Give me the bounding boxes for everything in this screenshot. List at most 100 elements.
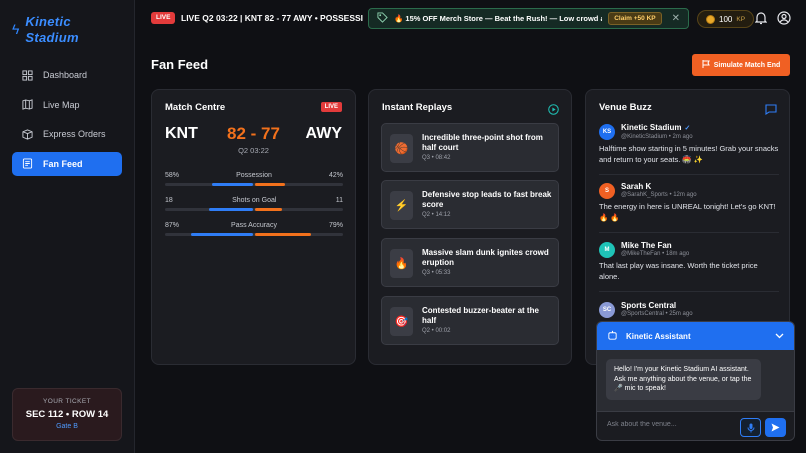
simulate-label: Simulate Match End <box>713 61 781 69</box>
coin-icon <box>706 14 715 24</box>
post-handle: @MikeTheFan • 18m ago <box>621 251 690 257</box>
away-team: AWY <box>305 125 342 142</box>
flag-icon <box>702 60 710 70</box>
ticket-card[interactable]: YOUR TICKET SEC 112 • ROW 14 Gate B <box>12 388 122 441</box>
buzz-post[interactable]: SC Sports Central @SportsCentral • 25m a… <box>599 301 779 318</box>
avatar: KS <box>599 124 615 140</box>
post-text: Halftime show starting in 5 minutes! Gra… <box>599 144 779 164</box>
post-author: Sports Central <box>621 301 677 310</box>
box-icon <box>22 128 33 140</box>
divider <box>599 291 779 292</box>
assistant-title: Kinetic Assistant <box>626 331 691 341</box>
grid-icon <box>22 69 33 81</box>
stat-bar <box>165 183 343 186</box>
panel-title: Venue Buzz <box>599 102 652 113</box>
stat-bar <box>165 208 343 211</box>
post-text: That last play was insane. Worth the tic… <box>599 261 758 281</box>
close-icon[interactable]: ✕ <box>672 13 680 24</box>
sidebar-item-fan-feed[interactable]: Fan Feed <box>12 151 122 176</box>
page-title: Fan Feed <box>151 57 209 72</box>
buzz-post[interactable]: KS Kinetic Stadium ✓ @KineticStadium • 2m… <box>599 123 779 165</box>
replay-card[interactable]: 🏀 Incredible three-point shot from half … <box>381 123 559 172</box>
post-handle: @SportsCentral • 25m ago <box>621 311 693 317</box>
game-clock: Q2 03:22 <box>238 146 269 155</box>
points-badge[interactable]: 100 KP <box>697 10 755 28</box>
play-icon[interactable] <box>548 102 559 120</box>
sidebar-item-label: Dashboard <box>43 70 88 80</box>
live-ticker: LIVE Q2 03:22 | KNT 82 - 77 AWY • POSSES… <box>181 13 363 23</box>
replay-title: Contested buzzer-beater at the half <box>422 306 539 325</box>
stat-bar <box>165 233 343 236</box>
sidebar-item-label: Fan Feed <box>43 158 83 169</box>
account-icon[interactable] <box>777 11 791 30</box>
home-bar <box>211 183 253 186</box>
avatar: S <box>599 182 615 199</box>
live-badge: LIVE <box>320 102 342 112</box>
chat-icon[interactable] <box>765 102 777 120</box>
replay-meta: Q3 • 05:33 <box>422 270 451 276</box>
post-text: The energy in here is UNREAL tonight! Le… <box>599 202 776 222</box>
ticket-seat: SEC 112 • ROW 14 <box>25 409 109 420</box>
simulate-match-end-button[interactable]: Simulate Match End <box>692 54 790 76</box>
promo-banner[interactable]: 🔥 15% OFF Merch Store — Beat the Rush! —… <box>368 8 689 29</box>
panel-title: Match Centre <box>165 102 226 113</box>
replay-card[interactable]: 🎯 Contested buzzer-beater at the half Q2… <box>381 296 559 345</box>
assistant-input-row <box>597 411 794 440</box>
sidebar-item-live-map[interactable]: Live Map <box>12 93 122 117</box>
replay-card[interactable]: 🔥 Massive slam dunk ignites crowd erupti… <box>381 238 559 287</box>
tag-icon <box>377 11 388 26</box>
stat-away-value: 42% <box>328 172 343 179</box>
brand[interactable]: ϟ Kinetic Stadium <box>12 14 95 46</box>
divider <box>599 232 779 233</box>
ticket-gate: Gate B <box>56 423 78 430</box>
brand-name: Kinetic Stadium <box>25 14 79 45</box>
target-icon: 🎯 <box>390 307 413 336</box>
away-bar <box>255 183 285 186</box>
sidebar-item-label: Live Map <box>43 99 80 110</box>
stat-shots-on-goal: 18 Shots on Goal 11 <box>165 197 343 219</box>
stat-label: Shots on Goal <box>232 197 277 204</box>
bell-icon[interactable] <box>754 11 768 30</box>
claim-button[interactable]: Claim +50 KP <box>608 12 662 25</box>
match-centre-panel: Match Centre LIVE KNT 82 - 77 AWY Q2 03:… <box>151 89 356 365</box>
stat-pass-accuracy: 87% Pass Accuracy 79% <box>165 222 343 244</box>
post-author: Mike The Fan <box>621 241 672 250</box>
send-button[interactable] <box>765 418 786 437</box>
assistant-header[interactable]: Kinetic Assistant <box>597 322 794 350</box>
sidebar-item-label: Express Orders <box>43 129 106 139</box>
replay-meta: Q3 • 08:42 <box>422 155 451 161</box>
map-icon <box>22 99 33 110</box>
ticket-label: YOUR TICKET <box>43 398 91 405</box>
replay-meta: Q2 • 14:12 <box>422 212 451 218</box>
home-bar <box>208 208 253 211</box>
sidebar: ϟ Kinetic Stadium Dashboard Live Map Exp… <box>0 0 135 453</box>
stat-label: Possession <box>236 172 272 179</box>
replay-title: Massive slam dunk ignites crowd eruption <box>422 248 549 267</box>
stat-home-value: 58% <box>165 172 180 179</box>
away-bar <box>255 208 283 211</box>
sidebar-nav: Dashboard Live Map Express Orders Fan Fe… <box>12 63 122 181</box>
replay-card[interactable]: ⚡ Defensive stop leads to fast break sco… <box>381 180 559 229</box>
chevron-down-icon[interactable] <box>775 332 784 341</box>
sidebar-item-express-orders[interactable]: Express Orders <box>12 122 122 146</box>
stat-home-value: 87% <box>165 222 180 229</box>
avatar: M <box>599 241 615 258</box>
lightning-icon: ⚡ <box>390 191 413 220</box>
post-handle: @SarahK_Sports • 12m ago <box>621 192 697 198</box>
assistant-input[interactable] <box>607 421 727 428</box>
points-value: 100 <box>719 14 733 24</box>
home-bar <box>191 233 253 236</box>
assistant-message: Hello! I'm your Kinetic Stadium AI assis… <box>606 359 761 400</box>
bolt-icon: ϟ <box>12 21 20 37</box>
points-unit: KP <box>736 15 746 23</box>
avatar: SC <box>599 301 615 318</box>
verified-icon: ✓ <box>684 125 691 132</box>
promo-text: 🔥 15% OFF Merch Store — Beat the Rush! —… <box>394 14 603 23</box>
feed-icon <box>22 158 33 169</box>
panel-title: Instant Replays <box>382 102 453 113</box>
mic-button[interactable] <box>740 418 761 437</box>
buzz-post[interactable]: M Mike The Fan @MikeTheFan • 18m ago Tha… <box>599 241 779 282</box>
replay-meta: Q2 • 00:02 <box>422 328 451 334</box>
buzz-post[interactable]: S Sarah K @SarahK_Sports • 12m ago The e… <box>599 182 779 223</box>
sidebar-item-dashboard[interactable]: Dashboard <box>12 63 122 87</box>
